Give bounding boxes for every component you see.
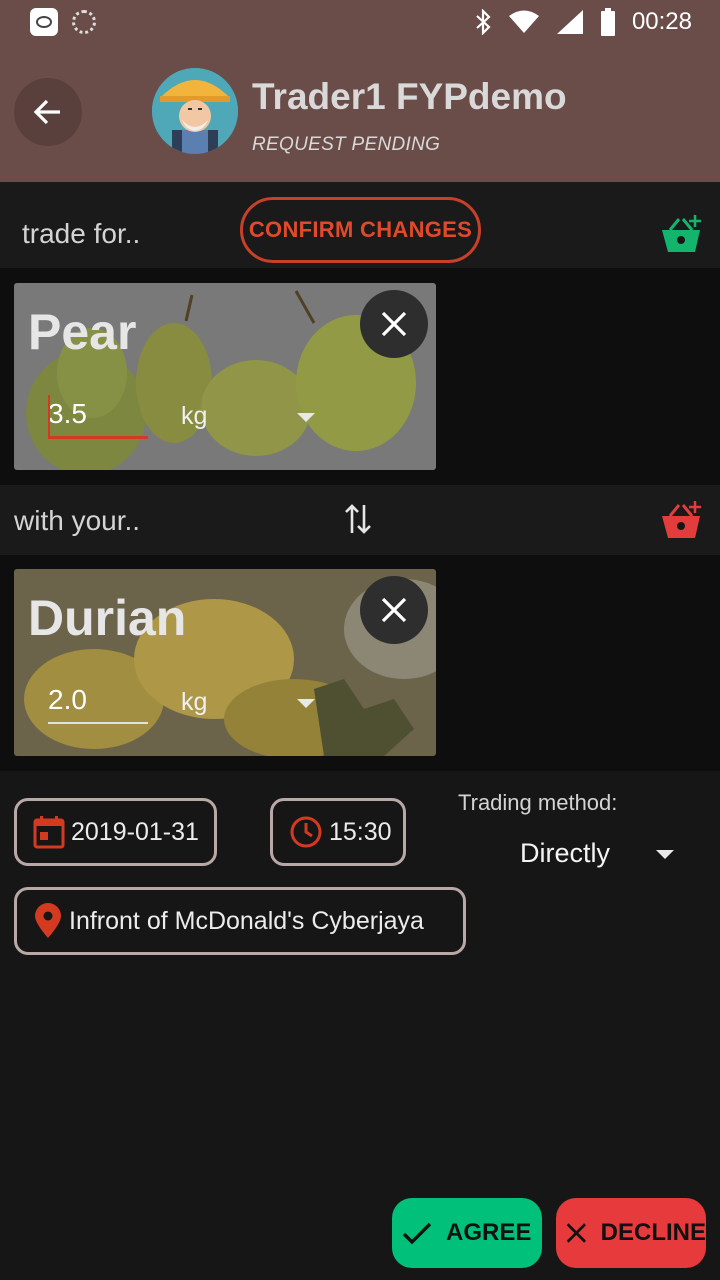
avatar[interactable] bbox=[152, 68, 238, 154]
close-icon bbox=[381, 311, 407, 337]
decline-label: DECLINE bbox=[600, 1219, 706, 1246]
offer-item-name: Pear bbox=[28, 304, 137, 360]
battery-icon bbox=[600, 8, 615, 36]
add-basket-icon[interactable] bbox=[660, 500, 704, 540]
text-cursor bbox=[48, 395, 50, 437]
durian-item-card[interactable]: Durian 2.0 kg bbox=[14, 569, 436, 756]
back-button[interactable] bbox=[14, 78, 82, 146]
with-your-label: with your.. bbox=[14, 505, 141, 536]
trading-method-select[interactable]: Directly bbox=[520, 838, 610, 869]
date-picker-button[interactable]: 2019-01-31 bbox=[14, 798, 217, 866]
pear-item-card[interactable]: Pear 3.5 kg bbox=[14, 283, 436, 470]
close-icon bbox=[566, 1223, 587, 1243]
remove-your-item-button[interactable] bbox=[360, 576, 428, 644]
trade-time: 15:30 bbox=[329, 817, 392, 846]
status-bar: 00:28 bbox=[0, 0, 720, 44]
dropdown-arrow-icon[interactable] bbox=[656, 850, 674, 859]
agree-label: AGREE bbox=[446, 1219, 532, 1246]
remove-offer-button[interactable] bbox=[360, 290, 428, 358]
offer-item-area: Pear 3.5 kg bbox=[0, 268, 720, 485]
your-item-area: Durian 2.0 kg bbox=[0, 555, 720, 771]
clock-icon bbox=[290, 816, 322, 848]
dropdown-arrow-icon[interactable] bbox=[297, 413, 315, 422]
calendar-icon bbox=[33, 816, 65, 849]
your-quantity-input[interactable]: 2.0 bbox=[48, 684, 148, 724]
page-title: Trader1 FYPdemo bbox=[252, 76, 567, 117]
wifi-icon bbox=[508, 10, 539, 33]
app-bar: Trader1 FYPdemo REQUEST PENDING bbox=[0, 44, 720, 182]
add-basket-icon[interactable] bbox=[660, 214, 704, 254]
arrow-left-icon bbox=[33, 99, 60, 125]
dropdown-arrow-icon[interactable] bbox=[297, 699, 315, 708]
loading-icon bbox=[72, 10, 96, 34]
farmer-avatar-icon bbox=[152, 68, 238, 154]
close-icon bbox=[381, 597, 407, 623]
offer-unit-select[interactable]: kg bbox=[181, 402, 207, 431]
confirm-changes-button[interactable]: CONFIRM CHANGES bbox=[240, 197, 481, 263]
your-unit-select[interactable]: kg bbox=[181, 688, 207, 717]
bluetooth-icon bbox=[476, 9, 491, 35]
time-picker-button[interactable]: 15:30 bbox=[270, 798, 406, 866]
trade-date: 2019-01-31 bbox=[71, 817, 199, 846]
agree-button[interactable]: AGREE bbox=[392, 1198, 542, 1268]
location-button[interactable]: Infront of McDonald's Cyberjaya bbox=[14, 887, 466, 955]
status-time: 00:28 bbox=[631, 8, 692, 35]
decline-button[interactable]: DECLINE bbox=[556, 1198, 706, 1268]
trade-location: Infront of McDonald's Cyberjaya bbox=[69, 906, 424, 935]
location-pin-icon bbox=[35, 903, 61, 938]
trade-for-row: trade for.. CONFIRM CHANGES bbox=[0, 182, 720, 268]
swap-icon[interactable] bbox=[344, 503, 372, 535]
your-item-name: Durian bbox=[28, 590, 187, 646]
signal-icon bbox=[556, 10, 583, 34]
offer-quantity-input[interactable]: 3.5 bbox=[48, 398, 148, 439]
check-icon bbox=[402, 1222, 432, 1245]
trade-for-label: trade for.. bbox=[22, 218, 141, 249]
request-status: REQUEST PENDING bbox=[252, 134, 441, 155]
app-icon bbox=[30, 8, 58, 36]
trading-method-label: Trading method: bbox=[458, 790, 618, 815]
with-your-row: with your.. bbox=[0, 485, 720, 555]
